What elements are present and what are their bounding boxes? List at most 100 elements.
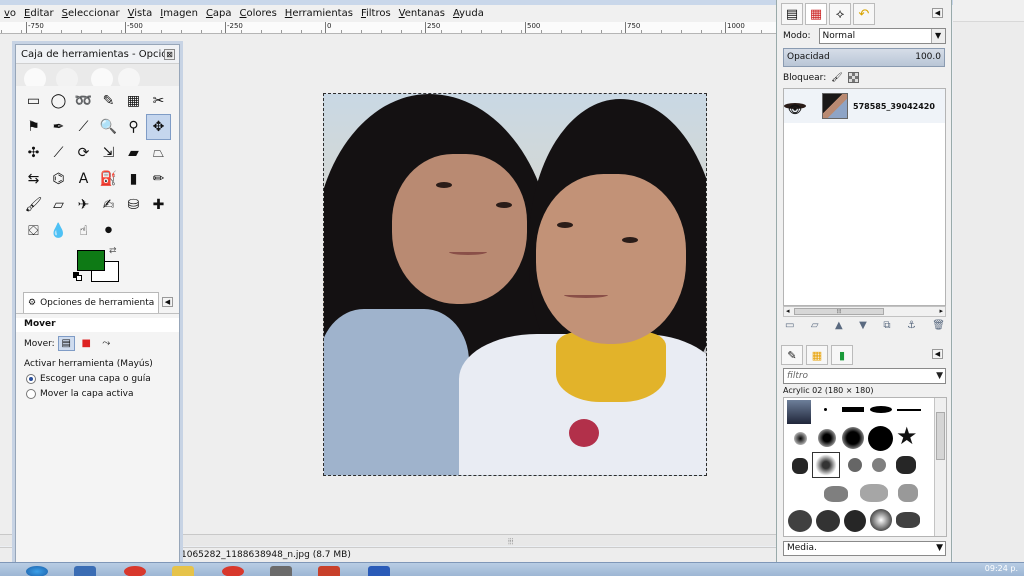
lock-pixels-icon[interactable]: 🖌 [831,73,842,83]
scissors-icon[interactable]: ✂ [146,88,171,114]
menu-archivo[interactable]: vo [0,8,20,19]
brush-thumb[interactable] [870,509,892,531]
brush-grid[interactable]: ★ [783,397,947,537]
crop-icon[interactable]: ⟋ [46,140,71,166]
layer-row[interactable]: 👁 578585_39042420 [784,89,945,123]
mode-select[interactable]: Normal ▼ [818,28,946,44]
rotate-icon[interactable]: ⟳ [71,140,96,166]
foreground-select-icon[interactable]: ⚑ [21,114,46,140]
taskbar-app-icon[interactable] [74,566,96,576]
star-brush-icon[interactable]: ★ [896,424,918,448]
tab-gradients[interactable]: ▮ [831,345,853,365]
brush-thumb[interactable] [788,510,812,532]
menu-herramientas[interactable]: Herramientas [281,8,357,19]
bucket-fill-icon[interactable]: ⛽ [96,166,121,192]
brush-thumb[interactable] [860,484,888,502]
brush-grid-scrollbar[interactable] [934,398,946,536]
brush-thumb[interactable] [848,458,862,472]
chrome-icon[interactable] [222,566,244,576]
perspective-clone-icon[interactable]: ⛋ [21,218,46,244]
chrome-icon[interactable] [124,566,146,576]
duplicate-layer-icon[interactable]: ⧉ [883,320,890,331]
zoom-icon[interactable]: 🔍 [96,114,121,140]
lower-layer-icon[interactable]: ▼ [859,320,867,331]
image-photo[interactable] [323,93,707,476]
close-icon[interactable]: ⊠ [164,48,175,60]
blur-icon[interactable]: 💧 [46,218,71,244]
menu-vista[interactable]: Vista [124,8,157,19]
reset-colors-icon[interactable] [73,272,82,281]
flip-icon[interactable]: ⇆ [21,166,46,192]
shear-icon[interactable]: ▰ [121,140,146,166]
brush-thumb[interactable] [842,407,864,412]
tab-channels[interactable]: ▦ [805,3,827,25]
brush-thumb[interactable] [794,432,807,445]
paths-icon[interactable]: ✒ [46,114,71,140]
rect-select-icon[interactable]: ▭ [21,88,46,114]
tab-tool-options[interactable]: ⚙ Opciones de herramienta [23,292,160,313]
tab-undo[interactable]: ↶ [853,3,875,25]
color-select-icon[interactable]: ▦ [121,88,146,114]
tab-menu-icon[interactable]: ◀ [162,297,173,307]
scroll-thumb[interactable]: ⦙⦙⦙ [794,308,884,315]
tab-layers[interactable]: ▤ [781,3,803,25]
menu-imagen[interactable]: Imagen [156,8,202,19]
menu-filtros[interactable]: Filtros [357,8,395,19]
blend-icon[interactable]: ▮ [121,166,146,192]
radio-button[interactable] [26,389,36,399]
brush-tag-select[interactable]: Media. ▼ [783,541,946,556]
free-select-icon[interactable]: ➿ [71,88,96,114]
brush-thumb[interactable] [870,406,892,413]
perspective-icon[interactable]: ⏢ [146,140,171,166]
move-path-mode-icon[interactable]: ⤳ [98,336,115,351]
pencil-icon[interactable]: ✏ [146,166,171,192]
align-icon[interactable]: ✣ [21,140,46,166]
ellipse-select-icon[interactable]: ◯ [46,88,71,114]
text-icon[interactable]: A [71,166,96,192]
dock-menu-icon[interactable]: ◀ [932,8,943,18]
brush-thumb[interactable] [844,510,866,532]
brush-thumb[interactable] [896,456,916,474]
folder-icon[interactable] [172,566,194,576]
brush-filter-input[interactable]: filtro ▼ [783,368,946,384]
smudge-icon[interactable]: ☝ [71,218,96,244]
dodge-burn-icon[interactable]: ⚫ [96,218,121,244]
menu-seleccionar[interactable]: Seleccionar [58,8,124,19]
start-button-icon[interactable] [26,566,48,576]
ink-icon[interactable]: ✍ [96,192,121,218]
brush-thumb[interactable] [868,426,893,451]
menu-ayuda[interactable]: Ayuda [449,8,488,19]
tab-brushes[interactable]: ✎ [781,345,803,365]
eraser-icon[interactable]: ▱ [46,192,71,218]
heal-icon[interactable]: ✚ [146,192,171,218]
menu-ventanas[interactable]: Ventanas [395,8,449,19]
visibility-eye-icon[interactable]: 👁 [784,103,806,116]
radio-pick-layer[interactable]: Escoger una capa o guía [26,374,171,384]
brush-thumb[interactable] [842,427,864,449]
foreground-color-swatch[interactable] [77,250,105,271]
raise-layer-icon[interactable]: ▲ [835,320,843,331]
brush-thumb[interactable] [818,429,836,447]
scroll-thumb[interactable] [936,412,945,460]
tab-paths[interactable]: ⟡ [829,3,851,25]
gimp-icon[interactable] [270,566,292,576]
powerpoint-icon[interactable] [318,566,340,576]
brush-thumb[interactable] [816,510,840,532]
brush-dock-menu-icon[interactable]: ◀ [932,349,943,359]
new-layer-icon[interactable]: ▭ [785,320,794,331]
fuzzy-select-icon[interactable]: ✎ [96,88,121,114]
toolbox-titlebar[interactable]: Caja de herramientas - Opcion... ⊠ [16,45,179,64]
paintbrush-icon[interactable]: 🖌 [21,192,46,218]
menu-colores[interactable]: Colores [236,8,281,19]
clone-icon[interactable]: ⛁ [121,192,146,218]
cage-icon[interactable]: ⌬ [46,166,71,192]
brush-thumb[interactable] [896,512,920,528]
brush-thumb[interactable] [872,458,886,472]
scale-icon[interactable]: ⇲ [96,140,121,166]
menu-capa[interactable]: Capa [202,8,236,19]
scroll-left-icon[interactable]: ◂ [786,307,790,316]
tab-patterns[interactable]: ▦ [806,345,828,365]
move-layer-mode-icon[interactable]: ▤ [57,336,75,351]
new-group-icon[interactable]: ▱ [811,320,819,331]
lock-alpha-icon[interactable] [847,72,859,83]
